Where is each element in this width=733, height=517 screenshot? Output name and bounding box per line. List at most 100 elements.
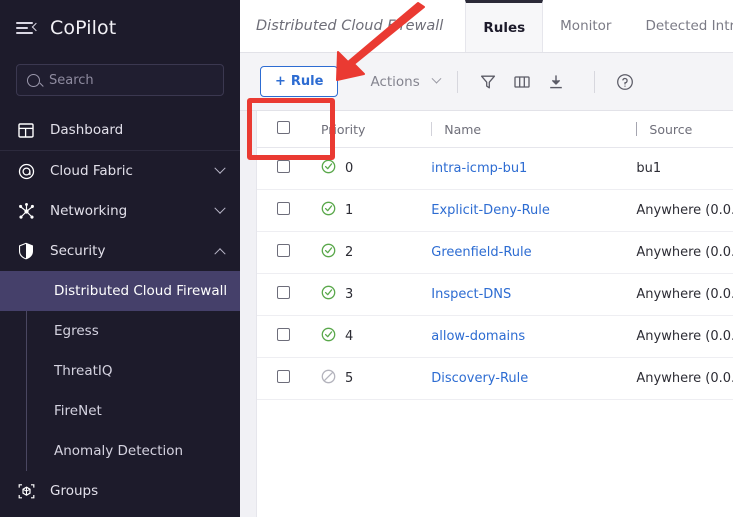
- row-checkbox[interactable]: [277, 328, 290, 341]
- table-row[interactable]: 3 Inspect-DNS Anywhere (0.0.0.0/0): [257, 273, 733, 316]
- filter-icon[interactable]: [475, 69, 501, 95]
- sidebar-item-label: Dashboard: [50, 122, 124, 138]
- select-all-checkbox[interactable]: [277, 121, 290, 134]
- table-row[interactable]: 1 Explicit-Deny-Rule Anywhere (0.0.0.0/0…: [257, 189, 733, 232]
- priority-value: 0: [344, 161, 354, 176]
- row-checkbox[interactable]: [277, 244, 290, 257]
- add-rule-button[interactable]: + Rule: [260, 66, 339, 97]
- row-name-cell: allow-domains: [431, 315, 637, 358]
- row-source-cell: Anywhere (0.0.0.0/0): [636, 273, 733, 316]
- sidebar-item-networking[interactable]: Networking: [0, 191, 240, 231]
- priority-value: 1: [344, 203, 354, 218]
- column-header-priority[interactable]: Priority: [320, 111, 432, 148]
- row-checkbox[interactable]: [277, 370, 290, 383]
- sidebar-item-firenet[interactable]: FireNet: [0, 391, 240, 431]
- sidebar-item-dashboard[interactable]: Dashboard: [0, 110, 240, 150]
- row-priority-cell: 2: [320, 231, 432, 274]
- column-header-source[interactable]: Source: [636, 111, 733, 148]
- column-divider[interactable]: [431, 122, 433, 136]
- sidebar-subitem-label: Distributed Cloud Firewall: [54, 283, 228, 299]
- row-name-cell: Explicit-Deny-Rule: [431, 189, 637, 232]
- status-enabled-icon: [321, 243, 336, 262]
- row-select-cell: [257, 231, 321, 274]
- row-checkbox[interactable]: [277, 160, 290, 173]
- sidebar-item-anomaly-detection[interactable]: Anomaly Detection: [0, 431, 240, 471]
- row-priority-cell: 0: [320, 147, 432, 190]
- networking-icon: [16, 201, 36, 221]
- add-rule-label: Rule: [290, 74, 324, 89]
- cloud-fabric-icon: [16, 161, 36, 181]
- chevron-up-icon[interactable]: [214, 248, 226, 260]
- toolbar-divider: [593, 70, 595, 93]
- rule-name-link[interactable]: intra-icmp-bu1: [431, 161, 527, 176]
- table-header-row: Priority Name Source: [257, 111, 733, 148]
- sidebar-item-label: Cloud Fabric: [50, 163, 133, 179]
- column-header-label: Source: [649, 121, 693, 137]
- row-checkbox[interactable]: [277, 202, 290, 215]
- search-icon: [27, 73, 40, 87]
- tab-rules[interactable]: Rules: [465, 0, 544, 52]
- hamburger-collapse-icon[interactable]: [16, 20, 41, 36]
- sidebar-item-distributed-cloud-firewall[interactable]: Distributed Cloud Firewall: [0, 271, 240, 311]
- status-enabled-icon: [321, 327, 336, 346]
- column-header-label: Priority: [320, 121, 366, 137]
- sidebar-item-cloud-fabric[interactable]: Cloud Fabric: [0, 150, 240, 191]
- chevron-down-icon[interactable]: [214, 162, 226, 174]
- plus-icon: +: [275, 74, 286, 89]
- row-checkbox[interactable]: [277, 286, 290, 299]
- sidebar-item-threatiq[interactable]: ThreatIQ: [0, 351, 240, 391]
- rule-name-link[interactable]: Inspect-DNS: [431, 287, 511, 302]
- actions-dropdown[interactable]: Actions: [370, 74, 442, 90]
- toolbar: + Rule Actions: [240, 53, 733, 111]
- page-title: Distributed Cloud Firewall: [256, 18, 444, 34]
- row-priority-cell: 1: [320, 189, 432, 232]
- status-enabled-icon: [321, 201, 336, 220]
- rule-name-link[interactable]: Greenfield-Rule: [431, 245, 531, 260]
- column-header-name[interactable]: Name: [431, 111, 637, 148]
- sidebar-item-security[interactable]: Security: [0, 231, 240, 271]
- sidebar-header: CoPilot: [0, 0, 240, 56]
- tab-label: Detected Intrusions: [645, 18, 733, 34]
- security-submenu: Distributed Cloud Firewall Egress Threat…: [0, 271, 240, 471]
- row-select-cell: [257, 315, 321, 358]
- select-all-header: [257, 111, 321, 148]
- rule-name-link[interactable]: Discovery-Rule: [431, 371, 528, 386]
- rule-name-link[interactable]: Explicit-Deny-Rule: [431, 203, 550, 218]
- row-name-cell: Discovery-Rule: [431, 357, 637, 400]
- search-input[interactable]: [49, 72, 213, 88]
- status-enabled-icon: [321, 159, 336, 178]
- columns-icon[interactable]: [509, 69, 535, 95]
- sidebar-subitem-label: Anomaly Detection: [54, 443, 184, 459]
- row-name-cell: Inspect-DNS: [431, 273, 637, 316]
- sidebar-search-container: [0, 56, 240, 110]
- sidebar: CoPilot Dashboard: [0, 0, 240, 517]
- column-divider[interactable]: [636, 122, 638, 136]
- sidebar-item-egress[interactable]: Egress: [0, 311, 240, 351]
- tab-detected-intrusions[interactable]: Detected Intrusions: [628, 0, 733, 52]
- table-row[interactable]: 4 allow-domains Anywhere (0.0.0.0/0): [257, 315, 733, 358]
- status-enabled-icon: [321, 285, 336, 304]
- groups-icon: [16, 481, 36, 501]
- row-select-cell: [257, 147, 321, 190]
- table-row[interactable]: 5 Discovery-Rule Anywhere (0.0.0.0/0): [257, 357, 733, 400]
- priority-value: 4: [344, 329, 354, 344]
- tab-bar: Distributed Cloud Firewall Rules Monitor…: [240, 0, 733, 53]
- sidebar-item-groups[interactable]: Groups: [0, 471, 240, 511]
- search-box[interactable]: [16, 64, 224, 96]
- dashboard-icon: [16, 120, 36, 140]
- column-header-label: Name: [444, 121, 482, 137]
- priority-value: 5: [344, 371, 354, 386]
- rule-name-link[interactable]: allow-domains: [431, 329, 525, 344]
- sidebar-subitem-label: Egress: [54, 323, 99, 339]
- row-select-cell: [257, 357, 321, 400]
- row-source-cell: bu1: [636, 147, 733, 190]
- chevron-down-icon[interactable]: [214, 202, 226, 214]
- table-row[interactable]: 0 intra-icmp-bu1 bu1: [257, 147, 733, 190]
- row-source-cell: Anywhere (0.0.0.0/0): [636, 357, 733, 400]
- tab-monitor[interactable]: Monitor: [543, 0, 628, 52]
- download-icon[interactable]: [543, 69, 569, 95]
- table-row[interactable]: 2 Greenfield-Rule Anywhere (0.0.0.0/0): [257, 231, 733, 274]
- help-icon[interactable]: [612, 69, 638, 95]
- main-content: Distributed Cloud Firewall Rules Monitor…: [240, 0, 733, 517]
- row-source-cell: Anywhere (0.0.0.0/0): [636, 315, 733, 358]
